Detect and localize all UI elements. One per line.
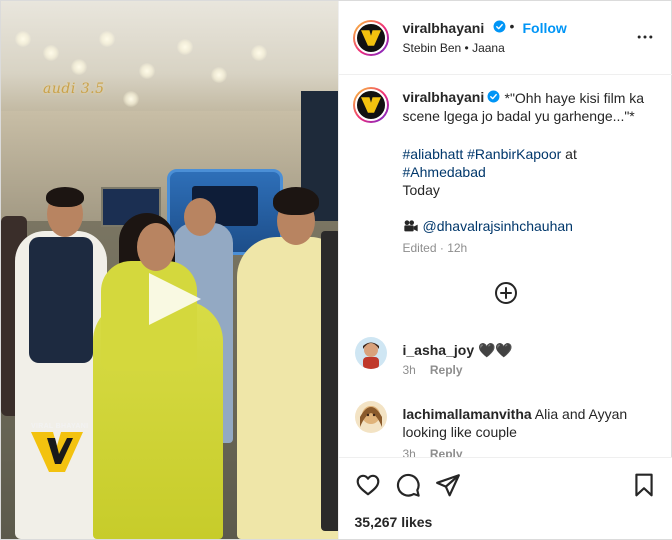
- author-username[interactable]: viralbhayani: [403, 20, 485, 36]
- viral-bhayani-logo-icon: [31, 432, 83, 472]
- ceiling-light: [71, 59, 87, 75]
- hashtag-link[interactable]: #RanbirKapoor: [467, 146, 561, 162]
- caption-text: Today: [402, 182, 440, 198]
- hashtag-link[interactable]: #aliabhatt: [403, 146, 464, 162]
- ceiling-light: [139, 63, 155, 79]
- audio-track[interactable]: Stebin Ben • Jaana: [403, 41, 505, 55]
- comment-text: 🖤🖤: [478, 342, 513, 358]
- bystander: [321, 231, 338, 531]
- post-timestamp: Edited · 12h: [402, 241, 468, 255]
- ceiling-light: [211, 67, 227, 83]
- hashtag-link[interactable]: #Ahmedabad: [403, 164, 486, 180]
- avatar-icon: [354, 401, 387, 433]
- commenter-avatar[interactable]: [354, 337, 387, 369]
- play-button[interactable]: [141, 267, 205, 331]
- bystander-head: [184, 198, 216, 236]
- ceiling-light: [251, 45, 267, 61]
- watermark-text: VIRAL BHAYANI: [31, 423, 89, 430]
- commenter-avatar[interactable]: [354, 401, 387, 433]
- ceiling-light: [177, 39, 193, 55]
- comment-meta: 3h Reply: [403, 363, 463, 377]
- verified-badge-icon: [487, 90, 499, 103]
- caption-text: *"Ohh haye kisi film ka: [504, 90, 645, 106]
- verified-badge-icon: [493, 20, 505, 33]
- caption-hashtags: #Ahmedabad: [403, 163, 486, 181]
- viral-bhayani-logo-icon: [360, 97, 381, 113]
- play-icon: [149, 273, 201, 325]
- person-hair: [46, 187, 84, 207]
- viral-bhayani-logo-icon: [360, 30, 381, 46]
- video-player[interactable]: audi 3.5 VIRAL BHAYANI: [1, 1, 338, 539]
- comment-text-line: lachimallamanvitha Alia and Ayyan lookin…: [403, 405, 653, 441]
- person-vest: [29, 237, 93, 363]
- commenter-username[interactable]: lachimallamanvitha: [403, 406, 532, 422]
- ceiling-light: [123, 91, 139, 107]
- video-credit: @dhavalrajsinhchauhan: [403, 217, 573, 235]
- caption-text: scene lgega jo badal yu garhenge..."*: [402, 108, 635, 124]
- caption-hashtags: #aliabhatt #RanbirKapoor at: [403, 145, 577, 163]
- venue-sign: audi 3.5: [43, 81, 105, 97]
- ceiling-light: [43, 45, 59, 61]
- comment-bubble-icon[interactable]: [395, 472, 421, 498]
- scene-ceiling: [1, 1, 338, 121]
- like-heart-icon[interactable]: [355, 472, 381, 498]
- comment-item: lachimallamanvitha Alia and Ayyan lookin…: [339, 401, 672, 461]
- like-count[interactable]: 35,267 likes: [355, 514, 433, 530]
- credit-mention-link[interactable]: @dhavalrajsinhchauhan: [423, 217, 573, 235]
- share-send-icon[interactable]: [435, 472, 461, 498]
- separator-dot: •: [509, 18, 515, 34]
- person-hair: [273, 187, 319, 215]
- author-avatar[interactable]: [352, 20, 389, 56]
- ceiling-light: [15, 31, 31, 47]
- caption-username[interactable]: viralbhayani: [403, 89, 485, 105]
- commenter-username[interactable]: i_asha_joy: [403, 342, 475, 358]
- comment-text-line: i_asha_joy 🖤🖤: [403, 341, 653, 359]
- action-bar: 35,267 likes: [338, 457, 672, 539]
- caption-text: at: [565, 146, 577, 162]
- comment-item: i_asha_joy 🖤🖤 3h Reply: [339, 337, 672, 397]
- reply-button[interactable]: Reply: [430, 363, 463, 377]
- ceiling-light: [99, 31, 115, 47]
- person-head: [137, 223, 175, 271]
- post-dialog: audi 3.5 VIRAL BHAYANI viralbhayani • Fo…: [0, 0, 672, 540]
- watermark: VIRAL BHAYANI: [31, 423, 89, 472]
- caption-avatar[interactable]: [352, 87, 389, 123]
- save-bookmark-icon[interactable]: [631, 472, 657, 498]
- post-header: viralbhayani • Follow Stebin Ben • Jaana: [338, 1, 672, 75]
- post-side-panel: viralbhayani • Follow Stebin Ben • Jaana: [337, 1, 672, 539]
- load-more-comments-icon[interactable]: [494, 281, 518, 305]
- follow-button[interactable]: Follow: [523, 20, 567, 36]
- more-options-icon[interactable]: [635, 27, 655, 47]
- video-camera-icon: [403, 220, 418, 232]
- comment-time: 3h: [402, 363, 416, 377]
- avatar-icon: [354, 337, 387, 369]
